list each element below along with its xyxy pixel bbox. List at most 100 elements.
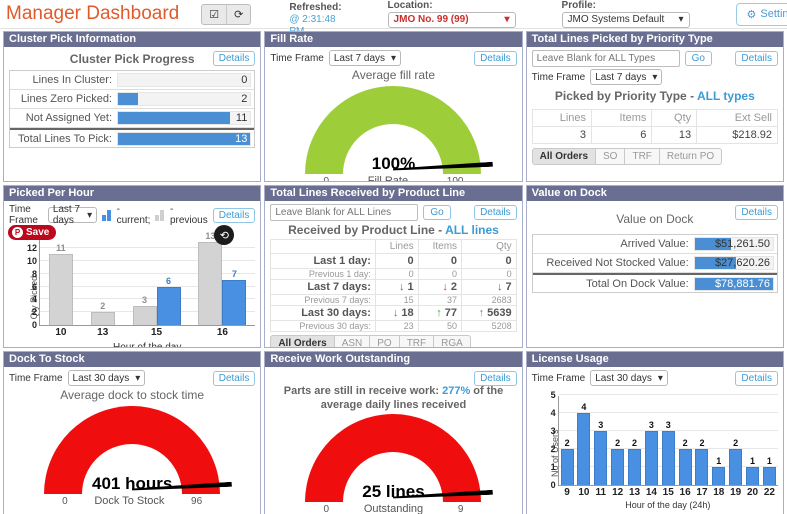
bar-fill: [118, 93, 138, 105]
bar: [611, 449, 625, 485]
bar-row-label: Lines In Cluster:: [32, 74, 112, 86]
tab-return-po[interactable]: Return PO: [659, 148, 723, 165]
pinterest-save-button[interactable]: P Save: [8, 225, 57, 240]
table-row: Last 30 days: ↓ 18 ↑ 77 ↑ 5639: [270, 305, 517, 321]
bar-track: $27,620.26: [693, 256, 774, 270]
table-title: Picked by Priority Type -: [554, 89, 697, 103]
tab-so[interactable]: SO: [596, 148, 626, 165]
table-cell: 37: [417, 294, 463, 306]
row-label: Last 7 days:: [270, 279, 376, 295]
table-cell: 50: [417, 320, 463, 332]
row-label: Last 30 days:: [270, 305, 376, 321]
bar-group: 1 22: [762, 396, 776, 498]
tab-trf[interactable]: TRF: [399, 335, 435, 347]
x-tick-label: 17: [696, 487, 708, 498]
panel-header: Picked Per Hour: [4, 186, 261, 201]
panel-header: Fill Rate: [265, 32, 522, 47]
bar-group: 3 6 15: [132, 240, 181, 338]
time-frame-select[interactable]: Last 7 days ▾: [47, 204, 98, 226]
table-cell: 0: [461, 268, 517, 280]
tab-all-orders[interactable]: All Orders: [270, 335, 335, 347]
column-header: Lines: [531, 109, 593, 127]
details-button[interactable]: Details: [212, 51, 256, 66]
table-cell: ↑ 5639: [461, 305, 517, 321]
all-lines-link[interactable]: ALL lines: [445, 223, 499, 237]
table-head: Lines Items Qty: [270, 239, 517, 254]
bar-group: 2 13: [90, 240, 115, 338]
time-frame-select[interactable]: Last 7 days ▾: [590, 69, 663, 85]
order-type-tabs: All Orders ASN PO TRF RGA: [270, 335, 471, 347]
y-tick-label: 12: [26, 243, 37, 253]
refresh-icon: ⟳: [234, 8, 244, 21]
bar-wrap: 4: [577, 402, 591, 485]
tab-asn[interactable]: ASN: [334, 335, 371, 347]
row-label: Previous 30 days:: [270, 320, 376, 332]
y-tick-label: 6: [31, 281, 37, 292]
type-filter-input[interactable]: [531, 50, 680, 67]
tab-rga[interactable]: RGA: [434, 335, 471, 347]
details-button[interactable]: Details: [212, 207, 256, 223]
bar-group: 2 16: [678, 396, 692, 498]
tab-po[interactable]: PO: [370, 335, 400, 347]
bar-wrap: 6: [156, 275, 181, 325]
tab-all-orders[interactable]: All Orders: [531, 148, 597, 165]
details-button[interactable]: Details: [474, 50, 517, 66]
table-cell: 0: [461, 253, 517, 269]
time-frame-value: Last 7 days: [595, 71, 647, 83]
bar-wrap: 1: [712, 456, 726, 485]
bar-wrap: 3: [132, 295, 157, 325]
bar-value: $27,620.26: [714, 257, 770, 269]
data-label: 6: [166, 275, 172, 286]
checkbox-button[interactable]: ☑: [202, 5, 226, 24]
profile-select[interactable]: JMO Systems Default ▾: [561, 12, 690, 28]
details-button[interactable]: Details: [735, 370, 778, 386]
x-tick-label: 10: [578, 487, 590, 498]
go-button[interactable]: Go: [423, 205, 451, 220]
bar-value: $78,881.76: [714, 277, 770, 290]
time-frame-label: Time Frame: [270, 52, 324, 64]
receive-work-percent: 277%: [442, 385, 471, 397]
bar-groups: 11 10 2 13 3 6 15 13 7 16: [40, 231, 255, 338]
y-tick-label: 4: [550, 408, 556, 418]
license-usage-chart: No of Users 0 1 2 3 4 5 2 9 4 10 3 11 2 12 2 13 3 14 3 15 2 1…: [549, 390, 778, 510]
bar-group: 4 10: [577, 396, 591, 498]
bar-wrap: 2: [695, 438, 709, 485]
details-button[interactable]: Details: [474, 371, 517, 386]
x-tick-label: 9: [564, 487, 570, 498]
time-frame-value: Last 7 days: [333, 52, 386, 64]
gauge-max: 9: [457, 504, 464, 514]
bar: [729, 449, 743, 485]
tab-trf[interactable]: TRF: [625, 148, 660, 165]
refresh-button[interactable]: ⟳: [226, 4, 250, 24]
time-frame-select[interactable]: Last 30 days ▾: [67, 370, 146, 386]
details-button[interactable]: Details: [735, 51, 778, 66]
bar-wrap: 1: [762, 456, 776, 485]
line-filter-input[interactable]: [270, 204, 419, 221]
bar-row-label: Not Assigned Yet:: [25, 112, 112, 124]
time-frame-select[interactable]: Last 7 days ▾: [328, 50, 402, 66]
settings-button[interactable]: ⚙ Settings: [735, 2, 787, 26]
column-header: [270, 239, 376, 254]
location-select[interactable]: JMO No. 99 (99) ▾: [387, 12, 516, 28]
gauge-title: Average dock to stock time: [60, 388, 205, 402]
y-tick-label: 8: [31, 268, 37, 279]
details-button[interactable]: Details: [212, 370, 256, 386]
gauge-label: Outstanding: [363, 503, 424, 514]
gear-icon: ⚙: [746, 8, 757, 21]
data-label: 2: [682, 438, 688, 448]
arrow-down-icon: ↓: [392, 307, 399, 319]
bar-wrap: 2: [678, 438, 692, 485]
table-cell: 5208: [461, 320, 517, 332]
time-frame-select[interactable]: Last 30 days ▾: [590, 370, 668, 386]
bar: [594, 431, 608, 485]
details-button[interactable]: Details: [474, 205, 517, 220]
panel-header: License Usage: [526, 352, 783, 367]
all-types-link[interactable]: ALL types: [697, 89, 755, 103]
order-type-tabs: All Orders SO TRF Return PO: [531, 148, 723, 165]
y-tick-label: 0: [31, 320, 37, 330]
panel-value-on-dock: Value on Dock Details Value on Dock Arri…: [525, 185, 784, 348]
go-button[interactable]: Go: [684, 51, 712, 66]
details-button[interactable]: Details: [735, 205, 778, 220]
table-row: Previous 1 day: 0 0 0: [270, 268, 517, 280]
table-cell: 0: [374, 253, 419, 269]
